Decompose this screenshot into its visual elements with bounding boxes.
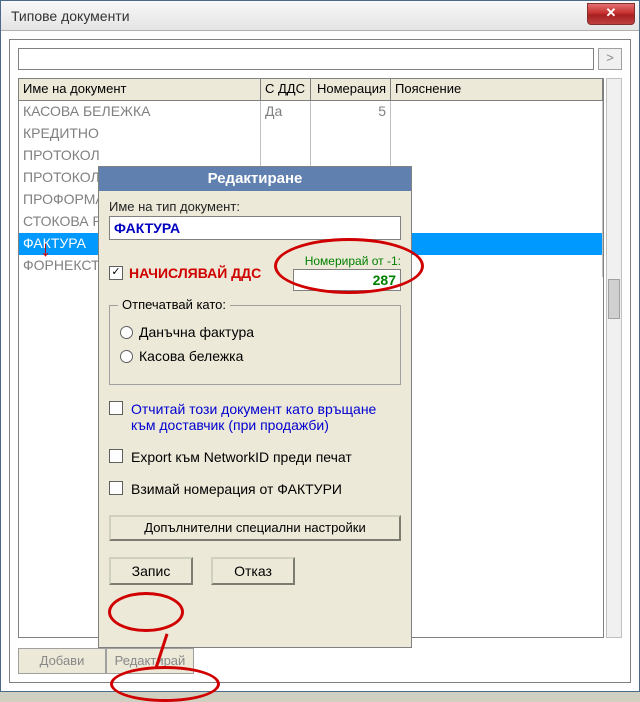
radio2-label: Касова бележка xyxy=(139,348,243,364)
take-num-checkbox[interactable] xyxy=(109,481,123,495)
cell-desc xyxy=(391,189,603,211)
take-num-label: Взимай номерация от ФАКТУРИ xyxy=(131,481,342,497)
grid-header: Име на документ С ДДС Номерация Пояснени… xyxy=(19,79,603,101)
radio-tax-invoice[interactable]: Данъчна фактура xyxy=(120,324,390,340)
cell-desc xyxy=(391,167,603,189)
col-dds[interactable]: С ДДС xyxy=(261,79,311,100)
cell-desc xyxy=(391,101,603,123)
table-row[interactable]: ПРОТОКОЛ xyxy=(19,145,603,167)
close-icon: ✕ xyxy=(606,5,617,20)
cell-desc xyxy=(391,211,603,233)
cell-name: ПРОТОКОЛ xyxy=(19,145,261,167)
table-row[interactable]: КРЕДИТНО xyxy=(19,123,603,145)
radio-cash-receipt[interactable]: Касова бележка xyxy=(120,348,390,364)
main-window: Типове документи ✕ > Име на документ С Д… xyxy=(0,0,640,692)
col-num[interactable]: Номерация xyxy=(311,79,391,100)
cell-name: КАСОВА БЕЛЕЖКА xyxy=(19,101,261,123)
search-row: > xyxy=(18,48,622,70)
edit-dialog: Редактиране Име на тип документ: ✓ НАЧИС… xyxy=(98,166,412,648)
return-supplier-label2: към доставчик (при продажби) xyxy=(131,417,401,433)
search-input[interactable] xyxy=(18,48,594,70)
return-supplier-label: Отчитай този документ като връщане xyxy=(131,401,376,417)
export-net-checkbox[interactable] xyxy=(109,449,123,463)
col-name[interactable]: Име на документ xyxy=(19,79,261,100)
export-net-row[interactable]: Export към NetworkID преди печат xyxy=(109,449,401,465)
save-button[interactable]: Запис xyxy=(109,557,193,585)
cell-num: 5 xyxy=(311,101,391,123)
cell-desc xyxy=(391,255,603,277)
number-from-label: Номерирай от -1: xyxy=(293,254,401,268)
print-as-title: Отпечатвай като: xyxy=(118,297,230,312)
name-input[interactable] xyxy=(109,216,401,240)
print-as-group: Отпечатвай като: Данъчна фактура Касова … xyxy=(109,305,401,385)
cell-desc xyxy=(391,123,603,145)
return-supplier-row[interactable]: Отчитай този документ като връщане xyxy=(109,401,401,417)
charge-dds-checkbox[interactable]: ✓ xyxy=(109,266,123,280)
cell-name: КРЕДИТНО xyxy=(19,123,261,145)
vertical-scrollbar[interactable] xyxy=(606,78,622,638)
close-button[interactable]: ✕ xyxy=(587,3,635,25)
charge-dds-label: НАЧИСЛЯВАЙ ДДС xyxy=(129,265,261,281)
content-frame: > Име на документ С ДДС Номерация Поясне… xyxy=(1,31,639,691)
take-num-row[interactable]: Взимай номерация от ФАКТУРИ xyxy=(109,481,401,497)
window-title: Типове документи xyxy=(11,8,130,24)
name-label: Име на тип документ: xyxy=(109,199,401,214)
export-net-label: Export към NetworkID преди печат xyxy=(131,449,352,465)
cell-num xyxy=(311,123,391,145)
table-row[interactable]: КАСОВА БЕЛЕЖКАДа5 xyxy=(19,101,603,123)
inner-panel: > Име на документ С ДДС Номерация Поясне… xyxy=(9,39,631,683)
number-from-input[interactable] xyxy=(293,269,401,291)
cancel-button[interactable]: Отказ xyxy=(211,557,295,585)
dialog-actions: Запис Отказ xyxy=(109,557,401,585)
return-supplier-checkbox[interactable] xyxy=(109,401,123,415)
cell-desc xyxy=(391,233,603,255)
radio-icon xyxy=(120,326,133,339)
add-button[interactable]: Добави xyxy=(18,648,106,674)
edit-button[interactable]: Редактирай xyxy=(106,648,194,674)
cell-num xyxy=(311,145,391,167)
cell-dds: Да xyxy=(261,101,311,123)
dialog-title: Редактиране xyxy=(99,167,411,191)
col-desc[interactable]: Пояснение xyxy=(391,79,603,100)
cell-desc xyxy=(391,145,603,167)
dds-row: ✓ НАЧИСЛЯВАЙ ДДС Номерирай от -1: xyxy=(109,254,401,291)
radio-icon xyxy=(120,350,133,363)
number-from-wrap: Номерирай от -1: xyxy=(293,254,401,291)
extra-settings-button[interactable]: Допълнителни специални настройки xyxy=(109,515,401,541)
cell-dds xyxy=(261,123,311,145)
dialog-body: Име на тип документ: ✓ НАЧИСЛЯВАЙ ДДС Но… xyxy=(99,191,411,593)
search-go-button[interactable]: > xyxy=(598,48,622,70)
scrollbar-thumb[interactable] xyxy=(608,279,620,319)
bottom-buttons: Добави Редактирай xyxy=(18,648,194,674)
titlebar: Типове документи ✕ xyxy=(1,1,639,31)
cell-dds xyxy=(261,145,311,167)
radio1-label: Данъчна фактура xyxy=(139,324,254,340)
